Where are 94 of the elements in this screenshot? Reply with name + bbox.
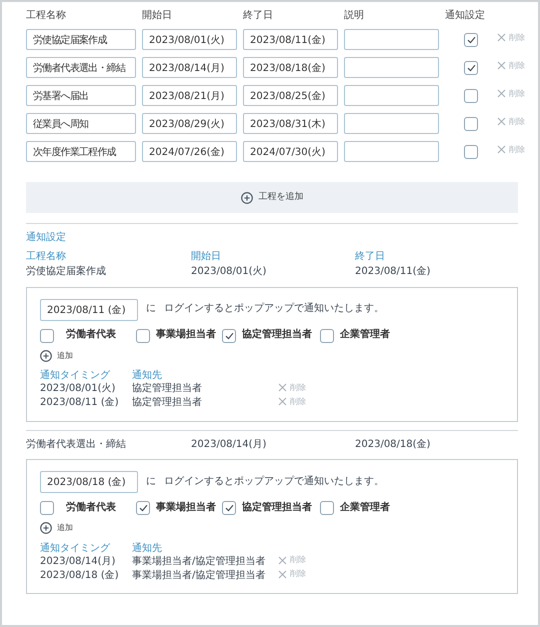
name-field[interactable]: 労働者代表選出・締結 [26, 57, 136, 78]
column-header: 通知先 [132, 542, 163, 555]
name-field[interactable]: 労基署へ届出 [26, 85, 136, 106]
name-field[interactable]: 次年度作業工程作成 [26, 141, 136, 162]
description-field[interactable] [344, 141, 439, 162]
recipient-text: 協定管理担当者 [132, 397, 203, 410]
description-field[interactable] [344, 29, 439, 50]
checkbox[interactable] [320, 328, 334, 342]
plus-circle-icon [240, 192, 252, 204]
connector-text: に [146, 303, 156, 316]
plus-circle-icon [40, 522, 52, 534]
check-icon [138, 504, 148, 512]
check-icon [466, 64, 476, 72]
checkbox[interactable] [40, 328, 54, 342]
checkbox[interactable] [464, 32, 478, 46]
end-date: 2023/08/11(金) [355, 266, 432, 278]
checkbox[interactable] [222, 501, 236, 515]
cross-icon [497, 117, 506, 126]
checkbox[interactable] [320, 501, 334, 515]
notify-date-field[interactable]: 2023/08/18 (金) [40, 471, 138, 493]
checkbox[interactable] [136, 328, 150, 342]
check-icon [224, 504, 234, 512]
checkbox[interactable] [222, 328, 236, 342]
end-date-field[interactable]: 2023/08/25(金) [243, 85, 338, 106]
column-header: 通知タイミング [40, 370, 111, 382]
recipient-text: 事業場担当者/協定管理担当者 [132, 556, 266, 568]
checkbox[interactable] [464, 144, 478, 158]
column-header: 終了日 [243, 10, 274, 22]
recipient-label: 事業場担当者 [156, 502, 216, 514]
end-date-field[interactable]: 2023/08/18(金) [243, 57, 338, 78]
notify-date-field[interactable]: 2023/08/11 (金) [40, 298, 138, 320]
recipient-label: 労働者代表 [66, 329, 116, 342]
start-date: 2023/08/14(月) [191, 438, 268, 451]
checkbox[interactable] [136, 501, 150, 515]
start-date-field[interactable]: 2023/08/14(月) [142, 57, 237, 78]
start-date-field[interactable]: 2024/07/26(金) [142, 141, 237, 162]
notice-message: ログインするとポップアップで通知いたします。 [164, 303, 384, 316]
start-date-field[interactable]: 2023/08/01(火) [142, 29, 237, 50]
cross-icon [497, 61, 506, 70]
cross-icon [497, 89, 506, 98]
checkbox[interactable] [464, 116, 478, 130]
name-field[interactable]: 労使協定届案作成 [26, 29, 136, 50]
recipient-text: 事業場担当者/協定管理担当者 [132, 570, 266, 582]
checkbox[interactable] [40, 501, 54, 515]
end-date-field[interactable]: 2023/08/11(金) [243, 29, 338, 50]
timing-text: 2023/08/18 (金) [40, 570, 120, 582]
checkbox[interactable] [464, 60, 478, 74]
timing-text: 2023/08/14(月) [40, 556, 116, 568]
description-field[interactable] [344, 113, 439, 134]
recipient-label: 労働者代表 [66, 502, 116, 514]
field-label: 開始日 [191, 250, 222, 263]
checkbox[interactable] [464, 88, 478, 102]
description-field[interactable] [344, 85, 439, 106]
recipient-label: 協定管理担当者 [242, 502, 312, 514]
end-date-field[interactable]: 2023/08/31(木) [243, 113, 338, 134]
column-header: 通知タイミング [40, 542, 111, 555]
recipient-label: 企業管理者 [340, 502, 390, 514]
field-label: 工程名称 [26, 250, 67, 263]
recipient-label: 協定管理担当者 [242, 329, 312, 342]
cross-icon [278, 397, 287, 406]
column-header: 通知先 [132, 370, 163, 382]
check-icon [224, 332, 234, 340]
section-title: 通知設定 [26, 232, 67, 244]
start-date: 2023/08/01(火) [191, 266, 268, 278]
column-header: 開始日 [142, 10, 173, 22]
start-date-field[interactable]: 2023/08/29(火) [142, 113, 237, 134]
step-name: 労使協定届案作成 [26, 266, 107, 278]
description-field[interactable] [344, 57, 439, 78]
cross-icon [278, 556, 287, 564]
connector-text: に [146, 476, 156, 488]
name-field[interactable]: 従業員へ周知 [26, 113, 136, 134]
column-header: 通知設定 [445, 10, 486, 22]
add-button[interactable]: 追加 [40, 522, 73, 534]
start-date-field[interactable]: 2023/08/21(月) [142, 85, 237, 106]
cross-icon [278, 570, 287, 578]
timing-text: 2023/08/01(火) [40, 383, 116, 396]
end-date-field[interactable]: 2024/07/30(火) [243, 141, 338, 162]
timing-text: 2023/08/11 (金) [40, 397, 120, 410]
step-name: 労働者代表選出・締結 [26, 438, 127, 451]
column-header: 説明 [344, 10, 365, 22]
add-button[interactable]: 追加 [40, 350, 73, 362]
recipient-label: 企業管理者 [340, 329, 390, 342]
check-icon [466, 36, 476, 44]
cross-icon [497, 145, 506, 154]
add-step-button[interactable]: 工程を追加 [26, 182, 518, 213]
recipient-label: 事業場担当者 [156, 329, 216, 342]
plus-circle-icon [40, 350, 52, 362]
end-date: 2023/08/18(金) [355, 438, 432, 451]
column-header: 工程名称 [26, 10, 67, 22]
cross-icon [278, 383, 287, 392]
recipient-text: 協定管理担当者 [132, 383, 203, 396]
field-label: 終了日 [355, 250, 386, 263]
cross-icon [497, 33, 506, 42]
notice-message: ログインするとポップアップで通知いたします。 [164, 476, 384, 488]
